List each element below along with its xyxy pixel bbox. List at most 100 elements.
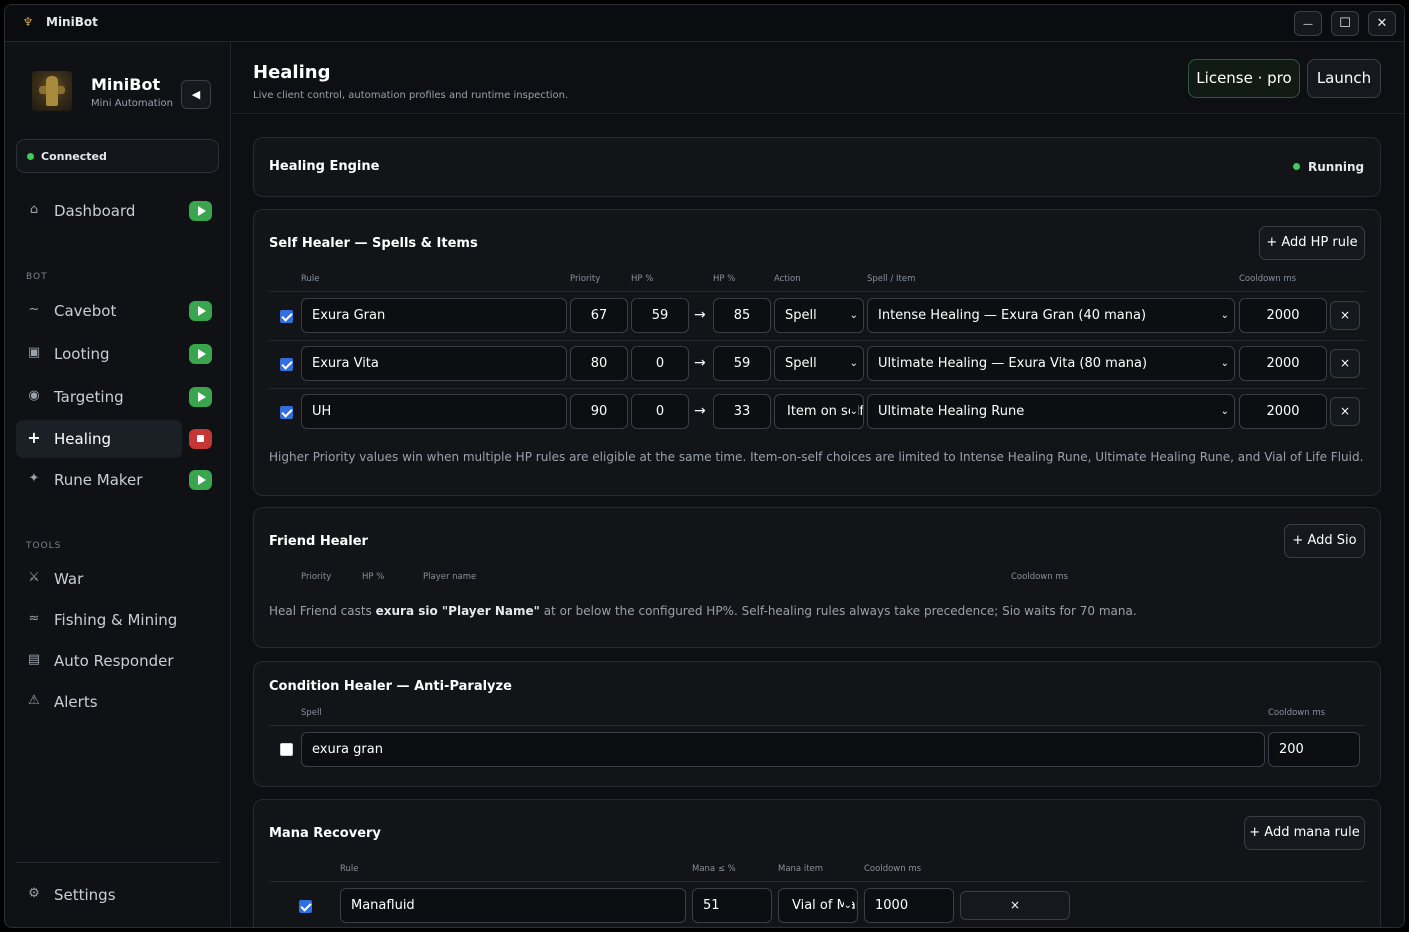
col-cooldown: Cooldown ms (1239, 274, 1297, 284)
sidebar-item-healing[interactable]: + Healing (16, 420, 182, 458)
launch-button[interactable]: Launch (1307, 59, 1381, 98)
sidebar-item-dashboard[interactable]: ⌂ Dashboard (16, 192, 182, 230)
chevron-down-icon: ⌄ (1220, 406, 1229, 417)
sidebar-item-fishing-mining[interactable]: ≈ Fishing & Mining (16, 601, 206, 639)
col-priority: Priority (570, 274, 601, 284)
rule-spell-value: Ultimate Healing — Exura Vita (80 mana) (878, 356, 1148, 371)
maximize-button[interactable]: ☐ (1331, 11, 1359, 36)
brand-name: MiniBot (91, 75, 161, 94)
status-dot-icon (1293, 163, 1300, 170)
condition-healer-card: Condition Healer — Anti-Paralyze Spell C… (253, 661, 1381, 787)
col-hp: HP % (362, 572, 385, 582)
rule-spell-select[interactable]: Ultimate Healing — Exura Vita (80 mana) ⌄ (867, 346, 1235, 381)
sidebar-item-war[interactable]: ⚔ War (16, 560, 182, 598)
mana-threshold-input[interactable]: 51 (692, 888, 772, 923)
add-mana-rule-button[interactable]: + Add mana rule (1244, 816, 1365, 850)
chevron-down-icon: ⌄ (843, 889, 852, 922)
rule-hp-from-input[interactable]: 0 (631, 394, 689, 429)
rune-maker-start-button[interactable] (189, 470, 212, 490)
license-button[interactable]: License · pro (1188, 59, 1300, 98)
rule-spell-select[interactable]: Ultimate Healing Rune ⌄ (867, 394, 1235, 429)
mana-item-select[interactable]: Vial of Mana⌄ (778, 888, 858, 923)
maximize-icon: ☐ (1339, 16, 1351, 31)
rule-enabled-checkbox[interactable] (280, 406, 293, 419)
col-mana-item: Mana item (778, 864, 824, 874)
col-cooldown: Cooldown ms (864, 864, 922, 874)
brand-subtitle: Mini Automation (91, 98, 173, 109)
condition-spell-input[interactable]: exura gran (301, 732, 1265, 767)
close-button[interactable]: ✕ (1368, 11, 1396, 36)
rule-name-input[interactable]: Exura Vita (301, 346, 567, 381)
sio-command: exura sio "Player Name" (375, 604, 540, 618)
rule-action-value: Spell (785, 308, 817, 323)
app-window: ♆ MiniBot — ☐ ✕ MiniBot Mini Automation … (4, 4, 1405, 928)
col-mana: Mana ≤ % (692, 864, 736, 874)
sidebar-item-label: Fishing & Mining (54, 611, 178, 629)
rule-spell-select[interactable]: Intense Healing — Exura Gran (40 mana) ⌄ (867, 298, 1235, 333)
collapse-sidebar-button[interactable]: ◀ (181, 80, 211, 109)
friend-healer-card: Friend Healer + Add Sio Priority HP % Pl… (253, 507, 1381, 648)
sidebar-item-label: Rune Maker (54, 471, 143, 489)
rule-hp-to-input[interactable]: 59 (713, 346, 771, 381)
col-rule: Rule (340, 864, 359, 874)
mana-rule-name-input[interactable]: Manafluid (340, 888, 686, 923)
mana-cooldown-input[interactable]: 1000 (864, 888, 954, 923)
sidebar-item-label: Dashboard (54, 202, 136, 220)
connection-status: Connected (16, 139, 219, 173)
sidebar-item-rune-maker[interactable]: ✦ Rune Maker (16, 461, 182, 499)
cavebot-start-button[interactable] (189, 301, 212, 321)
delete-rule-button[interactable]: × (1330, 349, 1360, 378)
sidebar-item-targeting[interactable]: ◉ Targeting (16, 378, 182, 416)
delete-rule-button[interactable]: × (1330, 301, 1360, 330)
rule-enabled-checkbox[interactable] (280, 358, 293, 371)
rule-action-select[interactable]: Spell ⌄ (774, 298, 864, 333)
rule-hp-to-input[interactable]: 33 (713, 394, 771, 429)
mana-rule-enabled-checkbox[interactable] (299, 900, 312, 913)
section-label-bot: BOT (26, 272, 48, 282)
sidebar: MiniBot Mini Automation ◀ Connected ⌂ Da… (5, 42, 231, 927)
home-icon: ⌂ (29, 202, 39, 217)
rule-priority-input[interactable]: 90 (570, 394, 628, 429)
rule-hp-from-input[interactable]: 59 (631, 298, 689, 333)
rule-name-input[interactable]: UH (301, 394, 567, 429)
col-cooldown: Cooldown ms (1011, 572, 1069, 582)
card-title: Friend Healer (269, 534, 368, 549)
main-content: Healing Live client control, automation … (232, 42, 1404, 927)
rule-hp-to-input[interactable]: 85 (713, 298, 771, 333)
looting-start-button[interactable] (189, 344, 212, 364)
rule-cooldown-input[interactable]: 2000 (1239, 298, 1327, 333)
rule-cooldown-input[interactable]: 2000 (1239, 346, 1327, 381)
healing-engine-card: Healing Engine Running (253, 137, 1381, 197)
healing-stop-button[interactable] (189, 429, 212, 449)
sidebar-item-looting[interactable]: ▣ Looting (16, 335, 182, 373)
add-sio-button[interactable]: + Add Sio (1284, 524, 1365, 558)
condition-cooldown-input[interactable]: 200 (1268, 732, 1360, 767)
rule-priority-input[interactable]: 67 (570, 298, 628, 333)
condition-enabled-checkbox[interactable] (280, 743, 293, 756)
rule-action-select[interactable]: Spell ⌄ (774, 346, 864, 381)
card-title: Self Healer — Spells & Items (269, 236, 478, 251)
col-priority: Priority (301, 572, 332, 582)
add-hp-rule-button[interactable]: + Add HP rule (1259, 226, 1365, 260)
page-header: Healing Live client control, automation … (232, 42, 1404, 114)
sidebar-item-label: Settings (54, 886, 116, 904)
delete-rule-button[interactable]: × (1330, 397, 1360, 426)
sidebar-item-settings[interactable]: ⚙ Settings (16, 876, 182, 914)
delete-mana-rule-button[interactable]: × (960, 891, 1070, 920)
card-title: Healing Engine (269, 159, 380, 174)
sidebar-item-label: Alerts (54, 693, 98, 711)
targeting-start-button[interactable] (189, 387, 212, 407)
sidebar-item-cavebot[interactable]: ~ Cavebot (16, 292, 182, 330)
rule-name-input[interactable]: Exura Gran (301, 298, 567, 333)
dashboard-start-button[interactable] (189, 201, 212, 221)
rule-hp-from-input[interactable]: 0 (631, 346, 689, 381)
sidebar-item-auto-responder[interactable]: ▤ Auto Responder (16, 642, 206, 680)
rule-cooldown-input[interactable]: 2000 (1239, 394, 1327, 429)
minimize-button[interactable]: — (1294, 11, 1322, 36)
rule-priority-input[interactable]: 80 (570, 346, 628, 381)
app-icon: ♆ (22, 15, 34, 29)
rule-enabled-checkbox[interactable] (280, 310, 293, 323)
rule-action-select[interactable]: Item on self ⌄ (774, 394, 864, 429)
sidebar-item-alerts[interactable]: ⚠ Alerts (16, 683, 182, 721)
self-healer-note: Higher Priority values win when multiple… (269, 450, 1364, 464)
